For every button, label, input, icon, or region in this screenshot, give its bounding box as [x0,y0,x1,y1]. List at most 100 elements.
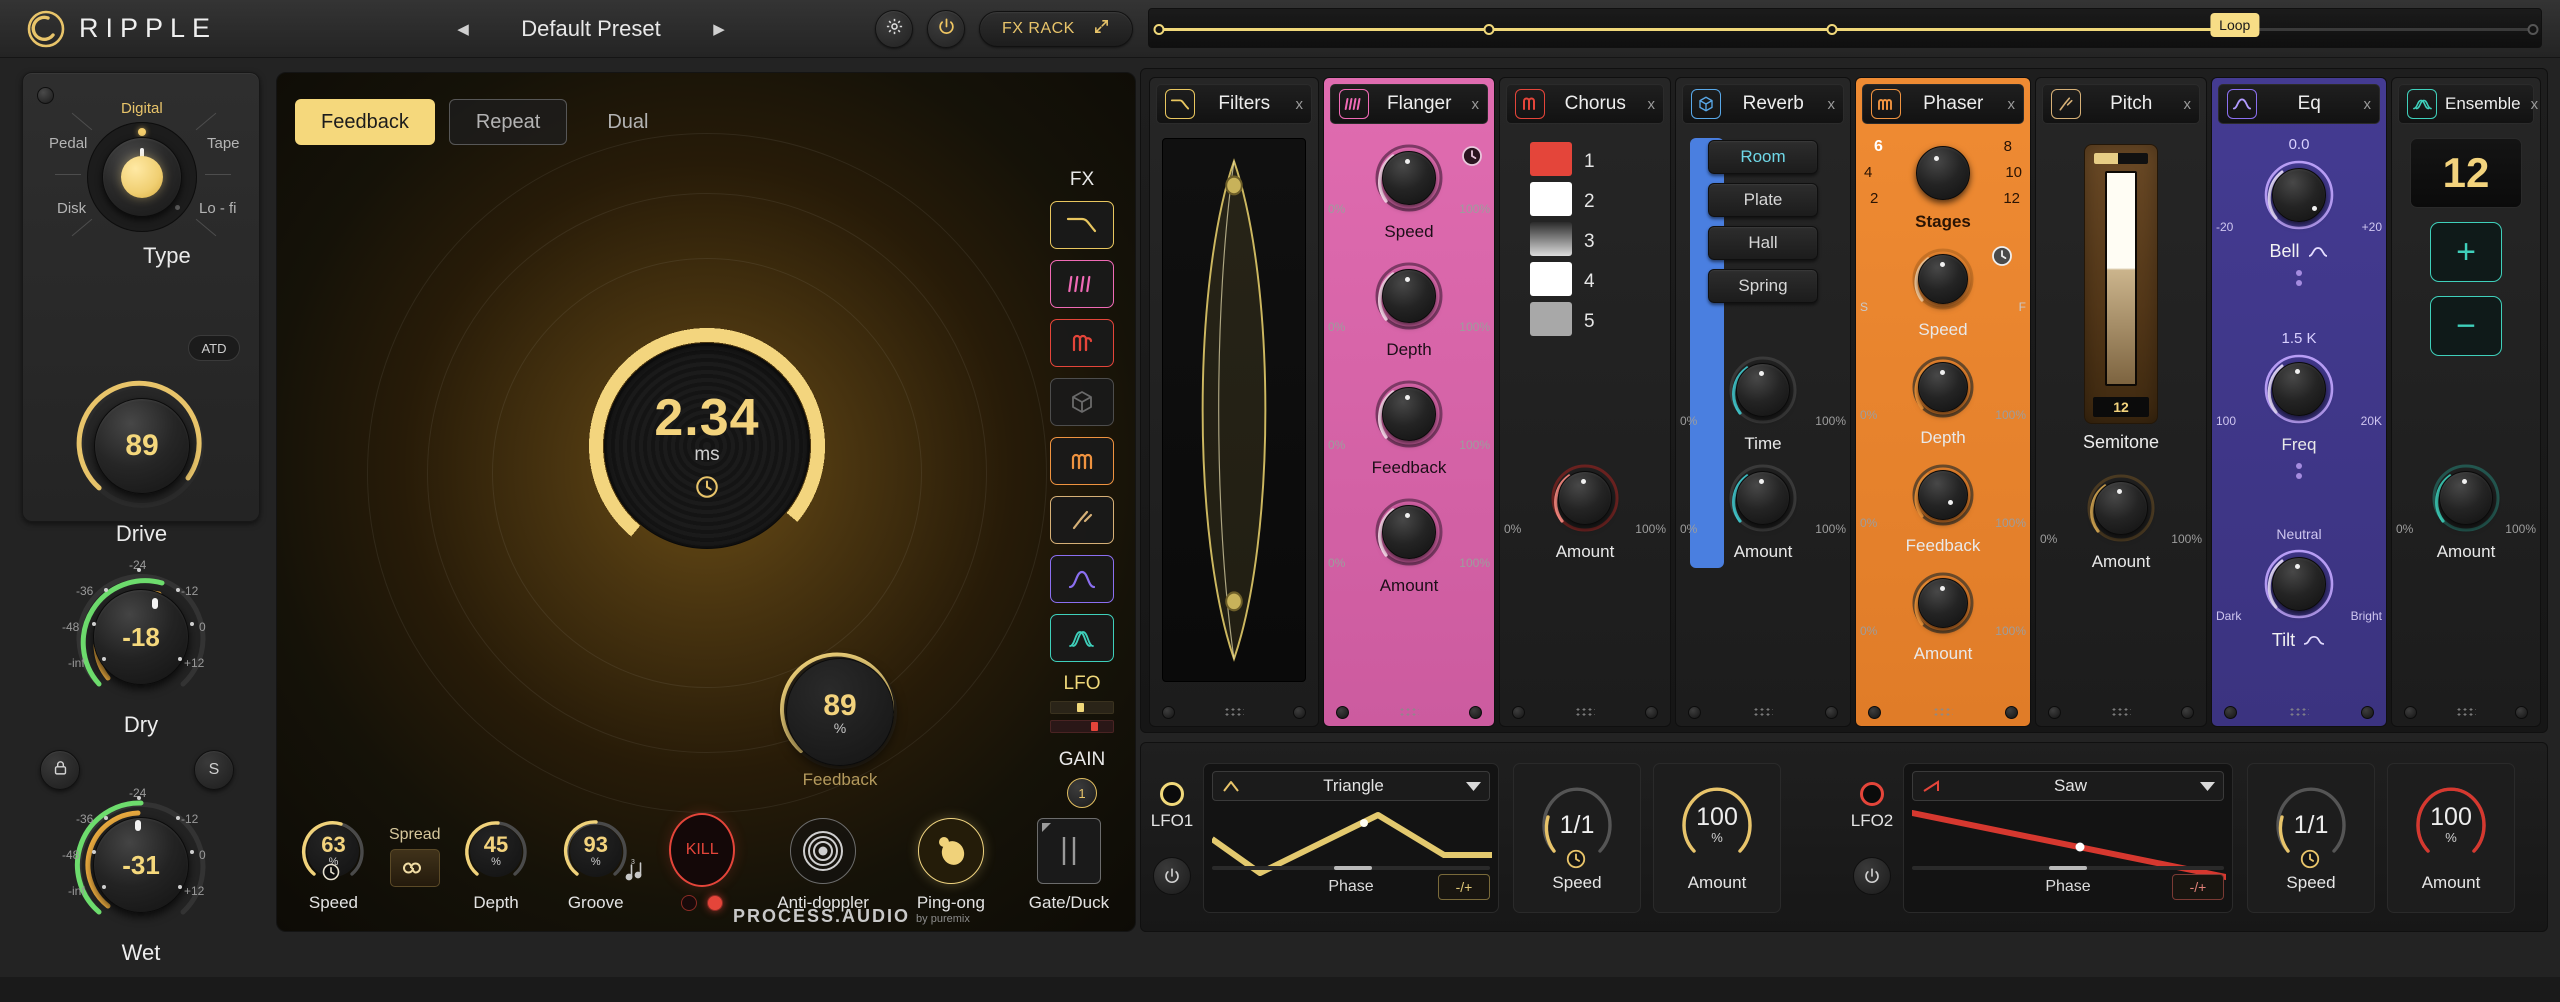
delay-time-face[interactable]: 2.34 ms [604,343,810,549]
eq-bell-control[interactable]: 0.0 -20+20 Bell [2212,136,2386,286]
module-drag-handle[interactable] [2289,707,2309,718]
ensemble-increment-button[interactable]: + [2430,222,2502,282]
module-header-eq[interactable]: Eq x [2218,84,2380,124]
phaser-fx-chip[interactable] [1050,437,1114,485]
drive-control[interactable]: 89 Drive [69,373,214,518]
filters-fx-chip[interactable] [1050,201,1114,249]
reverb-time-control[interactable]: 0%100% Time [1676,352,1850,454]
module-header-phaser[interactable]: Phaser x [1862,84,2024,124]
module-drag-handle[interactable] [1933,707,1953,718]
module-close-reverb[interactable]: x [1826,96,1836,113]
eq-tilt-control[interactable]: Neutral DarkBright Tilt [2212,526,2386,651]
phaser-stage-10[interactable]: 10 [2005,164,2022,181]
speed-knob[interactable]: 63 % [300,818,366,884]
lfo2-amount-control[interactable]: 100 % Amount [2387,763,2515,913]
type-option-pedal[interactable]: Pedal [49,135,87,152]
reverb-amount-control[interactable]: 0%100% Amount [1676,460,1850,562]
type-option-tape[interactable]: Tape [207,135,240,152]
type-knob[interactable] [102,137,182,217]
lfo1-speed-control[interactable]: 1/1 Speed [1513,763,1641,913]
groove-knob[interactable]: 93 % 3 [563,818,629,884]
dry-control[interactable]: -18 -24 -36 -12 -48 0 -inf +12 Dry [66,562,216,712]
phaser-stage-8[interactable]: 8 [2004,138,2012,155]
flanger-speed-knob[interactable] [1371,140,1447,216]
lfo2-phase-track[interactable] [1912,866,2224,870]
clock-icon[interactable] [1460,144,1484,173]
reverb-amount-knob[interactable] [1725,460,1801,536]
pitch-amount-control[interactable]: 0%100% Amount [2036,470,2206,572]
flanger-feedback-control[interactable]: 0%100% Feedback [1324,376,1494,478]
lfo2-speed-knob[interactable]: 1/1 [2272,783,2350,867]
type-option-disk[interactable]: Disk [57,200,86,217]
module-phaser[interactable]: Phaser x 6 4 2 8 10 12 Stages [1855,77,2031,727]
spread-control[interactable]: Spread [380,826,450,913]
reverb-mode-spring[interactable]: Spring [1708,269,1818,303]
anti-doppler-button[interactable] [790,818,856,884]
depth-knob[interactable]: 45 % [463,818,529,884]
depth-control[interactable]: 45 % Depth [450,818,543,913]
module-close-phaser[interactable]: x [2006,96,2016,113]
ensemble-amount-control[interactable]: 0%100% Amount [2392,460,2540,562]
module-ensemble[interactable]: Ensemble x 12 + − 0%100% [2391,77,2541,727]
chorus-amount-knob[interactable] [1547,460,1623,536]
module-chorus[interactable]: Chorus x 1 2 3 [1499,77,1671,727]
chorus-amount-control[interactable]: 0%100% Amount [1500,460,1670,562]
module-drag-handle[interactable] [1753,707,1773,718]
clock-icon[interactable] [694,474,720,505]
phaser-stage-4[interactable]: 4 [1864,164,1872,181]
ensemble-amount-knob[interactable] [2428,460,2504,536]
eq-freq-knob[interactable] [2260,350,2338,428]
loop-badge[interactable]: Loop [2210,13,2259,37]
tab-dual[interactable]: Dual [581,99,674,145]
eq-freq-control[interactable]: 1.5 K 10020K Freq [2212,330,2386,479]
power-button[interactable] [927,10,965,48]
lfo2-phase-thumb[interactable] [2049,866,2087,870]
speed-control[interactable]: 63 % Speed [287,818,380,913]
anti-doppler-control[interactable]: Anti-doppler [755,818,890,913]
chorus-voice-swatch[interactable] [1530,222,1572,256]
preset-next-button[interactable]: ▶ [711,22,727,37]
module-close-pitch[interactable]: x [2182,96,2192,113]
module-drag-handle[interactable] [1224,707,1244,718]
phaser-speed-control[interactable]: SF Speed [1856,244,2030,340]
chorus-voice-row[interactable]: 3 [1530,222,1595,262]
wet-knob[interactable]: -31 [93,817,189,913]
timeline-node[interactable] [1483,24,1494,35]
chorus-voice-swatch[interactable] [1530,262,1572,296]
module-drag-handle[interactable] [2111,707,2131,718]
reverb-mode-plate[interactable]: Plate [1708,183,1818,217]
module-close-chorus[interactable]: x [1646,96,1656,113]
chorus-fx-chip[interactable] [1050,319,1114,367]
reverb-mode-hall[interactable]: Hall [1708,226,1818,260]
timeline-track[interactable] [1159,28,2533,31]
lfo2-wave-select[interactable]: Saw [1912,771,2224,801]
chorus-voice-swatch[interactable] [1530,182,1572,216]
module-header-pitch[interactable]: Pitch x [2042,84,2200,124]
dry-knob[interactable]: -18 [93,589,189,685]
flanger-fx-chip[interactable] [1050,260,1114,308]
spread-button[interactable] [390,849,440,887]
module-reverb[interactable]: Reverb x Room Plate Hall Spring [1675,77,1851,727]
kill-control[interactable]: KILL [649,813,755,913]
reverb-fx-chip[interactable] [1050,378,1114,426]
ensemble-decrement-button[interactable]: − [2430,296,2502,356]
ensemble-fx-chip[interactable] [1050,614,1114,662]
lfo2-mini-meter[interactable] [1050,720,1114,733]
flanger-speed-control[interactable]: 0%100% Speed [1324,140,1494,242]
lfo2-amount-knob[interactable]: 100 % [2412,783,2490,867]
clock-icon[interactable] [1990,244,2014,273]
fader-handle[interactable] [2094,153,2148,164]
clock-icon[interactable] [1565,848,1587,875]
clock-icon[interactable] [321,862,341,887]
phaser-depth-knob[interactable] [1908,352,1978,422]
phaser-speed-knob[interactable] [1908,244,1978,314]
module-header-flanger[interactable]: Flanger x [1330,84,1488,124]
module-header-chorus[interactable]: Chorus x [1506,84,1664,124]
ping-pong-control[interactable]: Ping-ong [891,818,1011,913]
timeline-node[interactable] [2528,24,2539,35]
solo-button[interactable]: S [194,750,234,790]
module-header-filters[interactable]: Filters x [1156,84,1312,124]
module-drag-handle[interactable] [2456,707,2476,718]
module-header-reverb[interactable]: Reverb x [1682,84,1844,124]
phaser-stage-2[interactable]: 2 [1870,190,1878,207]
